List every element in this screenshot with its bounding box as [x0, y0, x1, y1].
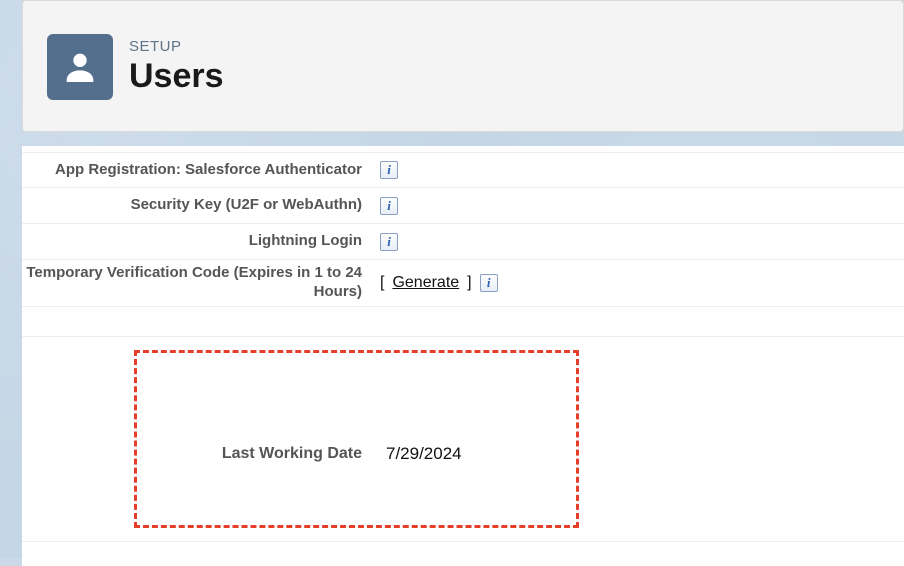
info-icon[interactable]: i — [380, 197, 398, 215]
highlight-annotation — [134, 350, 579, 528]
bracket-close: ] — [467, 274, 471, 292]
info-icon[interactable]: i — [380, 233, 398, 251]
generate-link[interactable]: Generate — [392, 274, 459, 292]
last-working-date-label: Last Working Date — [22, 445, 376, 463]
setup-header: SETUP Users — [22, 0, 904, 132]
field-temp-verification-code: Temporary Verification Code (Expires in … — [22, 260, 904, 307]
divider — [22, 541, 904, 542]
header-text: SETUP Users — [129, 38, 224, 96]
info-icon[interactable]: i — [480, 274, 498, 292]
field-app-registration: App Registration: Salesforce Authenticat… — [22, 152, 904, 188]
field-lightning-login: Lightning Login i — [22, 224, 904, 260]
field-label: Security Key (U2F or WebAuthn) — [22, 196, 376, 215]
info-icon[interactable]: i — [380, 161, 398, 179]
user-detail-panel: App Registration: Salesforce Authenticat… — [22, 146, 904, 566]
field-label: Temporary Verification Code (Expires in … — [22, 264, 376, 302]
setup-label: SETUP — [129, 38, 224, 55]
bracket-open: [ — [380, 274, 384, 292]
field-label: Lightning Login — [22, 232, 376, 251]
field-security-key: Security Key (U2F or WebAuthn) i — [22, 188, 904, 224]
user-icon — [47, 34, 113, 100]
last-working-date-value: 7/29/2024 — [376, 444, 462, 464]
page-title: Users — [129, 57, 224, 96]
field-last-working-date: Last Working Date 7/29/2024 — [22, 444, 904, 464]
user-icon-svg — [60, 47, 100, 87]
divider — [22, 336, 904, 337]
field-label: App Registration: Salesforce Authenticat… — [22, 161, 376, 180]
